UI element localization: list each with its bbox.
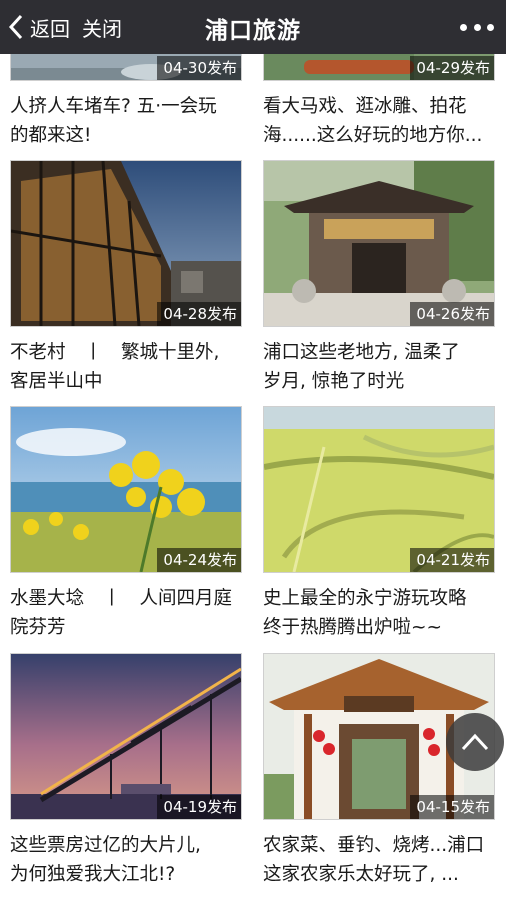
article-card[interactable]: 04-21发布 史上最全的永宁游玩攻略 终于热腾腾出炉啦~~ [263, 406, 495, 642]
publish-date: 04-24发布 [157, 548, 241, 572]
article-thumbnail: 04-24发布 [10, 406, 242, 573]
publish-date: 04-29发布 [410, 56, 494, 80]
article-title: 这些票房过亿的大片儿, 为何独爱我大江北!? [10, 835, 201, 885]
article-card[interactable]: 04-26发布 浦口这些老地方, 温柔了 岁月, 惊艳了时光 [263, 160, 495, 396]
close-button[interactable]: 关闭 [82, 13, 122, 42]
article-title: 农家菜、垂钓、烧烤...浦口 这家农家乐太好玩了, ... [263, 835, 485, 885]
article-thumbnail: 04-21发布 [263, 406, 495, 573]
article-thumbnail: 04-30发布 [10, 54, 242, 81]
article-thumbnail: 04-28发布 [10, 160, 242, 327]
chevron-up-icon [461, 733, 489, 751]
article-title: 史上最全的永宁游玩攻略 终于热腾腾出炉啦~~ [263, 588, 467, 638]
article-feed: 04-30发布 人挤人车堵车? 五·一会玩 的都来这! 04-29发布 看大马戏… [0, 0, 506, 900]
more-dots-icon [460, 23, 467, 31]
article-card[interactable]: 04-29发布 看大马戏、逛冰雕、拍花 海......这么好玩的地方你... [263, 54, 495, 150]
article-title: 浦口这些老地方, 温柔了 岁月, 惊艳了时光 [263, 342, 460, 392]
article-title: 水墨大埝 丨 人间四月庭 院芬芳 [10, 588, 233, 638]
article-card[interactable]: 04-15发布 农家菜、垂钓、烧烤...浦口 这家农家乐太好玩了, ... [263, 653, 495, 889]
publish-date: 04-30发布 [157, 56, 241, 80]
publish-date: 04-28发布 [157, 302, 241, 326]
article-card[interactable]: 04-28发布 不老村 丨 繁城十里外, 客居半山中 [10, 160, 242, 396]
page-title: 浦口旅游 [205, 18, 301, 44]
publish-date: 04-15发布 [410, 795, 494, 819]
article-title: 不老村 丨 繁城十里外, 客居半山中 [10, 342, 220, 392]
top-nav-bar: 返回 关闭 浦口旅游 [0, 0, 506, 54]
article-title: 人挤人车堵车? 五·一会玩 的都来这! [10, 96, 217, 146]
publish-date: 04-21发布 [410, 548, 494, 572]
article-title: 看大马戏、逛冰雕、拍花 海......这么好玩的地方你... [263, 96, 483, 146]
back-button[interactable]: 返回 [8, 11, 70, 43]
article-thumbnail: 04-29发布 [263, 54, 495, 81]
publish-date: 04-19发布 [157, 795, 241, 819]
more-button[interactable] [460, 18, 494, 36]
scroll-to-top-button[interactable] [446, 713, 504, 771]
back-label: 返回 [30, 16, 70, 41]
article-card[interactable]: 04-30发布 人挤人车堵车? 五·一会玩 的都来这! [10, 54, 242, 150]
article-thumbnail: 04-26发布 [263, 160, 495, 327]
publish-date: 04-26发布 [410, 302, 494, 326]
article-thumbnail: 04-19发布 [10, 653, 242, 820]
article-card[interactable]: 04-24发布 水墨大埝 丨 人间四月庭 院芬芳 [10, 406, 242, 642]
chevron-left-icon [8, 14, 23, 40]
article-card[interactable]: 04-19发布 这些票房过亿的大片儿, 为何独爱我大江北!? [10, 653, 242, 889]
